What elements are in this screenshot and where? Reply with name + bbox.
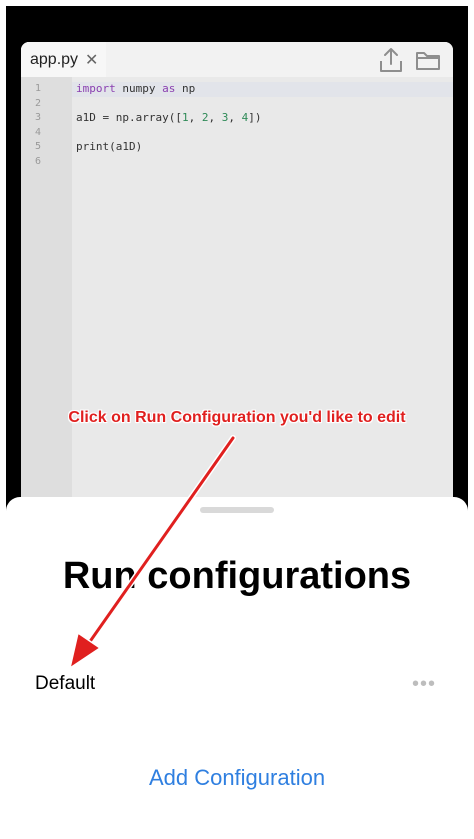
line-number: 3 — [34, 112, 41, 123]
close-icon[interactable]: ✕ — [85, 50, 98, 70]
line-number: 1 — [34, 83, 41, 94]
sheet-title: Run configurations — [62, 555, 412, 597]
code-token: , — [188, 111, 202, 124]
tab-label: app.py — [30, 50, 79, 68]
config-name: Default — [35, 673, 96, 694]
code-line: a1D = np.array([1, 2, 3, 4]) — [76, 111, 261, 126]
line-numbers: 1 2 3 4 5 6 — [21, 82, 41, 169]
code-token: import — [76, 82, 116, 95]
code-token: a1D = np.array([ — [76, 111, 182, 124]
code-token: , — [228, 111, 242, 124]
source-code: import numpy as np a1D = np.array([1, 2, … — [76, 82, 261, 169]
add-configuration-button[interactable]: Add Configuration — [6, 765, 468, 791]
line-number: 5 — [34, 141, 41, 152]
line-number: 4 — [34, 126, 41, 138]
line-gutter: 1 2 3 4 5 6 — [21, 77, 72, 512]
code-token: print(a1D) — [76, 140, 143, 153]
code-area[interactable]: import numpy as np a1D = np.array([1, 2, … — [72, 77, 453, 512]
instruction-annotation: Click on Run Configuration you'd like to… — [68, 409, 406, 426]
more-icon[interactable]: ••• — [412, 673, 436, 696]
config-item-default[interactable]: Default ••• — [6, 667, 468, 703]
code-editor: app.py ✕ 1 2 3 4 5 6 import numpy as np a1D = … — [21, 42, 453, 512]
folder-icon[interactable] — [414, 46, 442, 74]
code-token: np — [175, 82, 196, 95]
tab-app-py[interactable]: app.py ✕ — [21, 42, 106, 77]
sheet-grabber[interactable] — [200, 507, 274, 513]
code-token: as — [162, 82, 176, 95]
code-line: import numpy as np — [76, 82, 261, 97]
code-token: numpy — [115, 82, 163, 95]
run-configurations-sheet: Run configurations Default ••• Add Confi… — [6, 497, 468, 833]
line-number: 6 — [34, 155, 41, 167]
code-token: 1 — [181, 111, 189, 124]
code-token: , — [208, 111, 222, 124]
tab-bar: app.py ✕ — [21, 42, 453, 77]
code-token: ]) — [248, 111, 262, 124]
code-line: print(a1D) — [76, 140, 261, 155]
share-icon[interactable] — [377, 46, 405, 74]
line-number: 2 — [34, 97, 41, 109]
